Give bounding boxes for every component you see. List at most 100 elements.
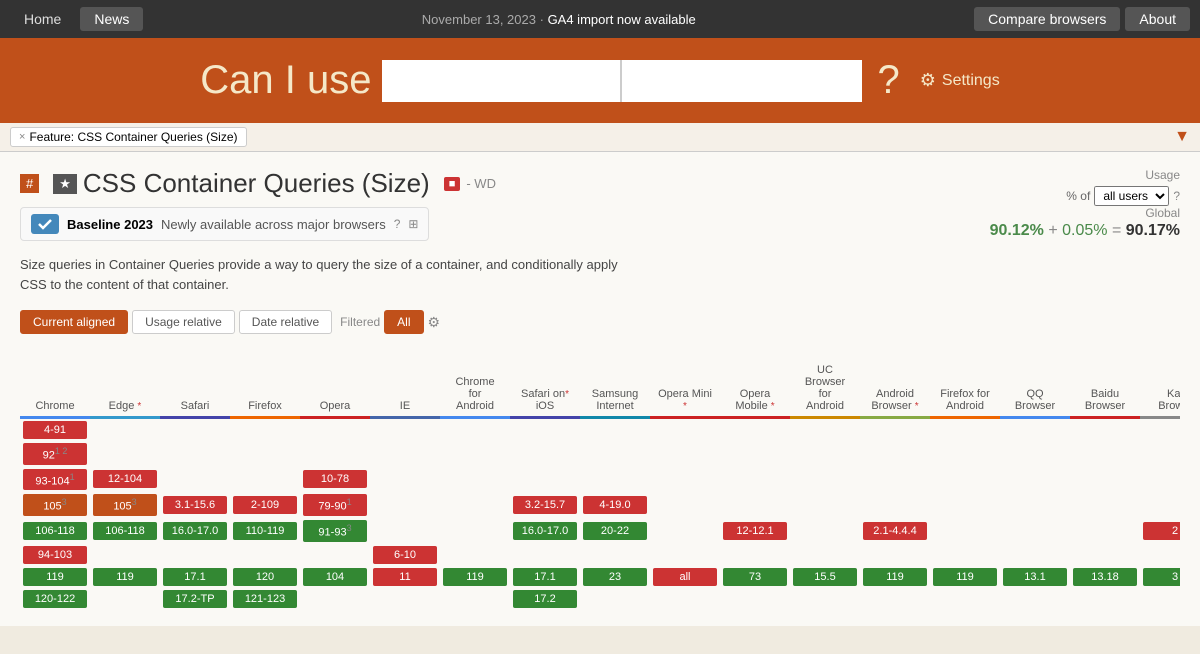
cell-opera_mini: all [650,566,720,588]
cell-safari [160,441,230,467]
filter-icon[interactable]: ▼ [1174,128,1190,146]
cell-ie [370,492,440,518]
cell-opera_mobile [720,441,790,467]
th-chrome-android: ChromeforAndroid [440,360,510,418]
star-button[interactable]: ★ [53,174,77,194]
settings-label: Settings [942,72,1000,90]
cell-android: 2.1-4.4.4 [860,518,930,544]
cell-kai [1140,588,1180,610]
cell-uc [790,518,860,544]
th-ie: IE [370,360,440,418]
cell-kai [1140,544,1180,566]
usage-total: 90.17% [1126,222,1180,239]
cell-firefox: 110-119 [230,518,300,544]
filter-settings-icon[interactable]: ⚙ [428,314,441,331]
feature-title: CSS Container Queries (Size) [83,168,430,199]
cell-edge [90,588,160,610]
gear-icon: ⚙ [920,70,936,91]
filter-all-button[interactable]: All [384,310,423,334]
filter-date-button[interactable]: Date relative [239,310,332,334]
cell-firefox_android [930,467,1000,493]
compare-button[interactable]: Compare browsers [974,7,1120,31]
cell-uc [790,588,860,610]
cell-firefox_android [930,492,1000,518]
cell-uc [790,544,860,566]
cell-safari_ios: 3.2-15.7 [510,492,580,518]
cell-firefox_android: 119 [930,566,1000,588]
feature-header: # ★ CSS Container Queries (Size) ■ - WD … [20,168,1180,348]
about-button[interactable]: About [1125,7,1190,31]
cell-kai: 3 [1140,566,1180,588]
cell-uc: 15.5 [790,566,860,588]
cell-uc [790,441,860,467]
cell-firefox: 2-109 [230,492,300,518]
th-uc: UCBrowserforAndroid [790,360,860,418]
baseline-copy-icon[interactable]: ⊞ [408,217,418,231]
cell-edge [90,418,160,442]
cell-firefox [230,441,300,467]
cell-safari_ios [510,441,580,467]
search-input-2[interactable] [622,60,862,102]
cell-samsung [580,441,650,467]
cell-edge: 1053 [90,492,160,518]
cell-opera_mini [650,441,720,467]
cell-samsung [580,544,650,566]
feature-description: Size queries in Container Queries provid… [20,255,620,294]
cell-kai [1140,492,1180,518]
close-icon[interactable]: × [19,131,25,143]
cell-chrome: 1053 [20,492,90,518]
tab-chip[interactable]: × Feature: CSS Container Queries (Size) [10,127,247,147]
cell-samsung: 20-22 [580,518,650,544]
hero-title: Can I use [200,58,371,103]
hero-section: Can I use ? ⚙ Settings [0,38,1200,123]
anchor-button[interactable]: # [20,174,39,193]
home-button[interactable]: Home [10,7,75,31]
cell-ie [370,418,440,442]
table-row: 105310533.1-15.62-10979-9013.2-15.74-19.… [20,492,1180,518]
cell-chrome_android [440,418,510,442]
cell-opera_mobile: 12-12.1 [720,518,790,544]
cell-chrome_android [440,441,510,467]
filter-current-button[interactable]: Current aligned [20,310,128,334]
baseline-icon [31,214,59,234]
cell-kai [1140,441,1180,467]
cell-edge: 119 [90,566,160,588]
usage-eq: = [1112,222,1126,239]
table-row: 94-1036-10 [20,544,1180,566]
wd-label: - WD [466,176,496,191]
user-type-select[interactable]: all users [1094,186,1169,206]
cell-firefox [230,467,300,493]
cell-chrome: 120-122 [20,588,90,610]
cell-android [860,418,930,442]
th-opera: Opera [300,360,370,418]
breadcrumb-bar: × Feature: CSS Container Queries (Size) … [0,123,1200,152]
cell-safari_ios [510,544,580,566]
cell-opera [300,441,370,467]
filter-usage-button[interactable]: Usage relative [132,310,235,334]
th-qq: QQBrowser [1000,360,1070,418]
cell-qq [1000,518,1070,544]
nav-center: November 13, 2023 · GA4 import now avail… [143,12,974,27]
help-icon[interactable]: ? [1173,189,1180,203]
cell-opera: 104 [300,566,370,588]
spec-badge: ■ [444,177,461,191]
baseline-help-icon[interactable]: ? [394,217,401,231]
search-input-1[interactable] [382,60,622,102]
cell-chrome: 94-103 [20,544,90,566]
cell-safari_ios [510,418,580,442]
cell-edge: 12-104 [90,467,160,493]
cell-firefox_android [930,418,1000,442]
cell-uc [790,467,860,493]
news-button[interactable]: News [80,7,143,31]
settings-button[interactable]: ⚙ Settings [920,70,1000,91]
cell-qq [1000,588,1070,610]
cell-samsung [580,418,650,442]
table-row: 120-12217.2-TP121-12317.2 [20,588,1180,610]
cell-ie: 11 [370,566,440,588]
cell-firefox: 121-123 [230,588,300,610]
cell-opera [300,588,370,610]
nav-cta[interactable]: GA4 import now available [548,12,696,27]
usage-scope: Global [900,206,1180,220]
cell-opera: 79-901 [300,492,370,518]
cell-ie [370,467,440,493]
